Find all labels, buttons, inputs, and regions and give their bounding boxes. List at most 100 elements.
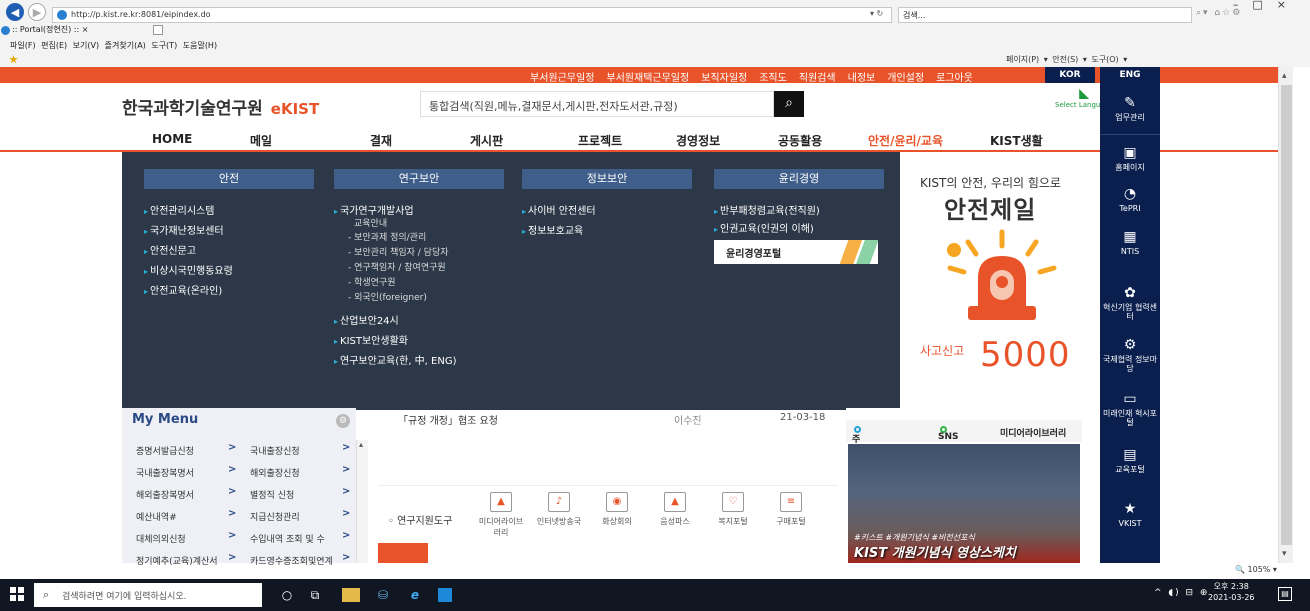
notice-title[interactable]: 「규정 개정」협조 요청: [398, 412, 498, 427]
my-menu-item[interactable]: 수입내역 조회 및 수: [250, 532, 325, 545]
gear-icon[interactable]: ⚙: [336, 414, 350, 428]
tool-item[interactable]: ♪ 인터넷방송국: [534, 492, 584, 527]
submenu-item[interactable]: 교육안내: [354, 216, 387, 229]
top-link-4[interactable]: 직원검색: [799, 69, 836, 84]
chevron-right-icon[interactable]: >: [228, 442, 236, 453]
notification-icon[interactable]: ▤: [1278, 587, 1292, 601]
address-bar[interactable]: http://p.kist.re.kr:8081/eipindex.do: [52, 7, 892, 23]
gnb-item-1[interactable]: 메일: [250, 132, 272, 149]
scroll-down-icon[interactable]: ▾: [1282, 549, 1287, 559]
gnb-item-8[interactable]: KIST생활: [990, 132, 1043, 149]
menu-item[interactable]: ▸ KIST보안생활화: [334, 332, 408, 347]
scroll-thumb[interactable]: [1281, 85, 1292, 545]
chevron-right-icon[interactable]: >: [342, 552, 350, 563]
tool-item[interactable]: ♡ 복지포털: [708, 492, 758, 527]
submenu-item[interactable]: - 외국인(foreigner): [348, 290, 427, 303]
menu-item[interactable]: ▸ 인권교육(인권의 이해): [714, 220, 814, 235]
menu-item[interactable]: ▸ 국가연구개발사업: [334, 202, 414, 217]
browser-tab[interactable]: :: Portal(정현진) :: ×: [0, 24, 150, 38]
search-icon[interactable]: ⌕: [774, 91, 804, 117]
my-menu-item[interactable]: 증명서발급신청: [136, 444, 194, 457]
lang-eng-button[interactable]: ENG: [1100, 67, 1160, 83]
new-tab-button[interactable]: [153, 25, 163, 35]
my-menu-item[interactable]: 정기예추(교육)계산서: [136, 554, 218, 567]
chevron-right-icon[interactable]: >: [342, 508, 350, 519]
quick-item[interactable]: ▤ 교육포털: [1100, 447, 1160, 474]
app2-icon[interactable]: [438, 588, 452, 602]
site-logo[interactable]: 한국과학기술연구원 eKIST: [122, 94, 319, 119]
clock[interactable]: 오후 2:38 2021-03-26: [1208, 581, 1255, 603]
windows-start-icon[interactable]: [10, 587, 24, 601]
lang-kor-button[interactable]: KOR: [1045, 67, 1095, 83]
menu-item[interactable]: ▸ 반부패청렴교육(전직원): [714, 202, 820, 217]
my-menu-scrollbar[interactable]: ▴: [356, 440, 368, 563]
menu-item[interactable]: ▸ 산업보안24시: [334, 312, 399, 327]
submenu-item[interactable]: - 학생연구원: [348, 275, 396, 288]
system-tray[interactable]: ^ ◖) ⊟ ⊕: [1154, 588, 1209, 598]
col-head-ethics[interactable]: 윤리경영: [714, 169, 884, 189]
tab-main-news[interactable]: 주요소식: [852, 426, 861, 484]
chevron-right-icon[interactable]: >: [342, 486, 350, 497]
col-head-research-security[interactable]: 연구보안: [334, 169, 504, 189]
menu-item[interactable]: ▸ 안전관리시스템: [144, 202, 214, 217]
news-image[interactable]: #키스트 #개원기념식 #비전선포식 KIST 개원기념식 영상스케치: [848, 444, 1080, 563]
zoom-level[interactable]: 🔍 105% ▾: [1235, 565, 1277, 574]
scroll-up-icon[interactable]: ▴: [1282, 71, 1287, 81]
gnb-item-3[interactable]: 게시판: [470, 132, 503, 149]
gnb-item-7[interactable]: 안전/윤리/교육: [868, 132, 943, 149]
my-menu-item[interactable]: 대체의외신청: [136, 532, 186, 545]
my-menu-item[interactable]: 해외출장복명서: [136, 488, 194, 501]
gnb-item-6[interactable]: 공동활용: [778, 132, 822, 149]
menu-item[interactable]: ▸ 안전교육(온라인): [144, 282, 222, 297]
my-menu-item[interactable]: 카드영수증조회및연계: [250, 554, 333, 567]
my-menu-item[interactable]: 국내출장신청: [250, 444, 300, 457]
tab-sns[interactable]: SNS: [938, 426, 959, 442]
chevron-right-icon[interactable]: >: [342, 464, 350, 475]
top-link-7[interactable]: 로그아웃: [936, 69, 973, 84]
back-button[interactable]: ◀: [6, 3, 24, 21]
chevron-right-icon[interactable]: >: [342, 442, 350, 453]
tool-item[interactable]: ≡ 구매포털: [766, 492, 816, 527]
chevron-right-icon[interactable]: >: [228, 530, 236, 541]
chevron-right-icon[interactable]: >: [228, 552, 236, 563]
col-head-info-security[interactable]: 정보보안: [522, 169, 692, 189]
top-link-2[interactable]: 보직자일정: [701, 69, 747, 84]
my-menu-item[interactable]: 별정직 신청: [250, 488, 294, 501]
app-icon[interactable]: ⛁: [374, 586, 392, 604]
my-menu-item[interactable]: 해외출장신청: [250, 466, 300, 479]
ie-taskbar-icon[interactable]: e: [406, 586, 424, 604]
quick-item[interactable]: ◔ TePRI: [1100, 186, 1160, 213]
safety-promo[interactable]: KIST의 안전, 우리의 힘으로 안전제일 사고신고 5000: [900, 152, 1100, 410]
command-bar[interactable]: 페이지(P) ▾ 안전(S) ▾ 도구(O) ▾: [1006, 54, 1127, 65]
cortana-icon[interactable]: ○: [278, 586, 296, 604]
menu-item[interactable]: ▸ 사이버 안전센터: [522, 202, 596, 217]
taskbar-search-input[interactable]: ⌕ 검색하려면 여기에 입력하십시오.: [34, 583, 262, 607]
chevron-right-icon[interactable]: >: [228, 508, 236, 519]
top-link-6[interactable]: 개인설정: [887, 69, 924, 84]
gnb-item-0[interactable]: HOME: [152, 132, 192, 146]
gnb-item-2[interactable]: 결재: [370, 132, 392, 149]
file-explorer-icon[interactable]: [342, 588, 360, 602]
quick-item[interactable]: ▣ 홈페이지: [1100, 145, 1160, 172]
gnb-item-5[interactable]: 경영정보: [676, 132, 720, 149]
quick-item[interactable]: ★ VKIST: [1100, 501, 1160, 528]
top-link-5[interactable]: 내정보: [848, 69, 876, 84]
tool-item[interactable]: ▲ 음성파스: [650, 492, 700, 527]
menu-item[interactable]: ▸ 비상시국민행동요령: [144, 262, 233, 277]
tool-item[interactable]: ▲ 미디어라이브러리: [476, 492, 526, 538]
refresh-icon[interactable]: ▾ ↻: [870, 9, 883, 18]
menu-item[interactable]: ▸ 정보보호교육: [522, 222, 583, 237]
menu-item[interactable]: ▸ 국가재난정보센터: [144, 222, 224, 237]
quick-item[interactable]: ⚙ 국제협력 정보마당: [1100, 337, 1160, 373]
task-view-icon[interactable]: ⧉: [306, 586, 324, 604]
gnb-item-4[interactable]: 프로젝트: [578, 132, 622, 149]
chevron-right-icon[interactable]: >: [228, 464, 236, 475]
forward-button[interactable]: ▶: [28, 3, 46, 21]
chevron-right-icon[interactable]: >: [228, 486, 236, 497]
tool-item[interactable]: ◉ 화상회의: [592, 492, 642, 527]
menu-item[interactable]: ▸ 연구보안교육(한, 中, ENG): [334, 352, 456, 367]
col-head-safety[interactable]: 안전: [144, 169, 314, 189]
quick-item[interactable]: ▭ 미래인재 혁시포털: [1100, 391, 1160, 427]
task-management-button[interactable]: ✎ 업무관리: [1100, 83, 1160, 135]
submenu-item[interactable]: - 연구책임자 / 참여연구원: [348, 260, 446, 273]
